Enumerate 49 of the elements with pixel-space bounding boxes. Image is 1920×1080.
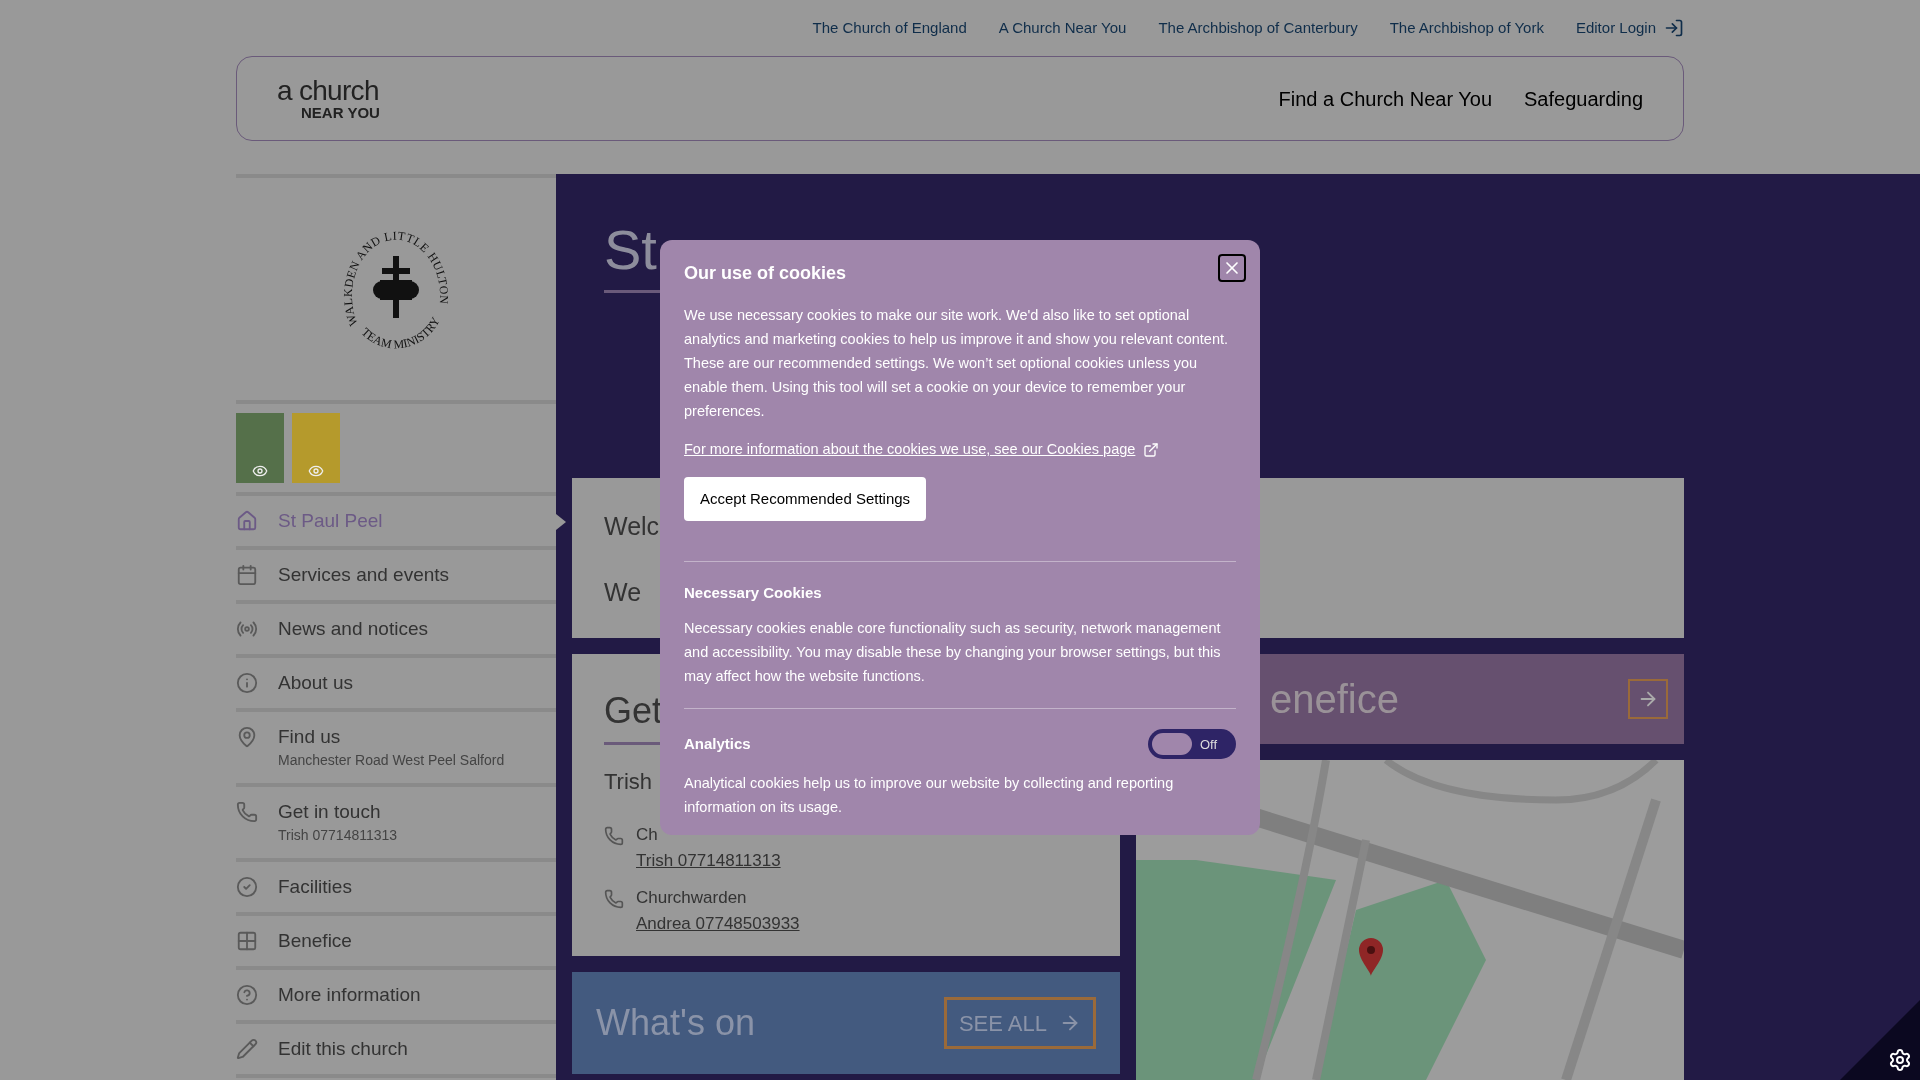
phone-icon [236, 801, 258, 823]
contact-phone-link[interactable]: Trish 07714811313 [636, 847, 781, 873]
contact-phone-link[interactable]: Andrea 07748503933 [636, 910, 800, 936]
cookies-page-link[interactable]: For more information about the cookies we use, see our Cookies page [684, 439, 1136, 461]
whats-on-heading: What's on [596, 1001, 755, 1045]
info-icon [236, 672, 258, 694]
arrow-right-icon [1628, 679, 1668, 719]
top-link[interactable]: A Church Near You [998, 16, 1127, 40]
dialog-title: Our use of cookies [684, 262, 847, 285]
accept-button[interactable]: Accept Recommended Settings [684, 476, 927, 521]
analytics-toggle[interactable]: Off [1148, 729, 1236, 760]
eye-icon [308, 463, 324, 479]
contact-name: Trish [604, 768, 653, 796]
church-photo-thumbnail[interactable] [236, 413, 284, 483]
settings-icon [1888, 1048, 1912, 1072]
welcome-text: We [604, 576, 642, 608]
question-icon [236, 984, 258, 1006]
title-underline [604, 290, 660, 293]
external-link-icon [1143, 441, 1160, 458]
poster-thumbnail[interactable] [292, 413, 340, 483]
site-logo[interactable]: a church NEAR YOU [277, 77, 380, 120]
map-pin-icon [236, 726, 258, 748]
header-nav-link[interactable]: Safeguarding [1524, 83, 1643, 114]
contact-role: Churchwarden [636, 887, 747, 909]
top-link[interactable]: The Archbishop of Canterbury [1158, 16, 1358, 40]
editor-login-link[interactable]: Editor Login [1575, 16, 1684, 40]
contact-role: Ch [636, 824, 658, 846]
dialog-intro: We use necessary cookies to make our site work. We'd also like to set optional analytics and marketing cookies to help us improve it and show you relevant content. These are our recommended settings. We won’t set optional cookies unless you enable them. Using this tool will set a cookie on your device to remember your preferences. [684, 306, 1230, 421]
phone-icon [604, 826, 624, 846]
grid-icon [236, 930, 258, 952]
home-icon [236, 510, 258, 532]
pencil-icon [236, 1038, 258, 1060]
close-button[interactable] [1218, 254, 1246, 282]
section-title: Analytics [684, 734, 751, 754]
benefice-heading: enefice [1270, 676, 1399, 723]
eye-icon [252, 463, 268, 479]
header-nav-link[interactable]: Find a Church Near You [1278, 83, 1492, 114]
page-title: St [604, 222, 657, 278]
login-icon [1664, 18, 1684, 38]
contact-heading: Get [604, 689, 663, 733]
top-link[interactable]: The Church of England [812, 16, 967, 40]
section-text: Analytical cookies help us to improve our website by collecting and reporting information on its usage. [684, 774, 1175, 818]
check-circle-icon [236, 876, 258, 898]
phone-icon [604, 889, 624, 909]
welcome-heading: Welc [604, 511, 660, 542]
section-title: Necessary Cookies [684, 582, 822, 603]
top-link[interactable]: The Archbishop of York [1389, 16, 1544, 40]
cookie-settings-button[interactable] [1840, 1000, 1920, 1080]
calendar-icon [236, 564, 258, 586]
